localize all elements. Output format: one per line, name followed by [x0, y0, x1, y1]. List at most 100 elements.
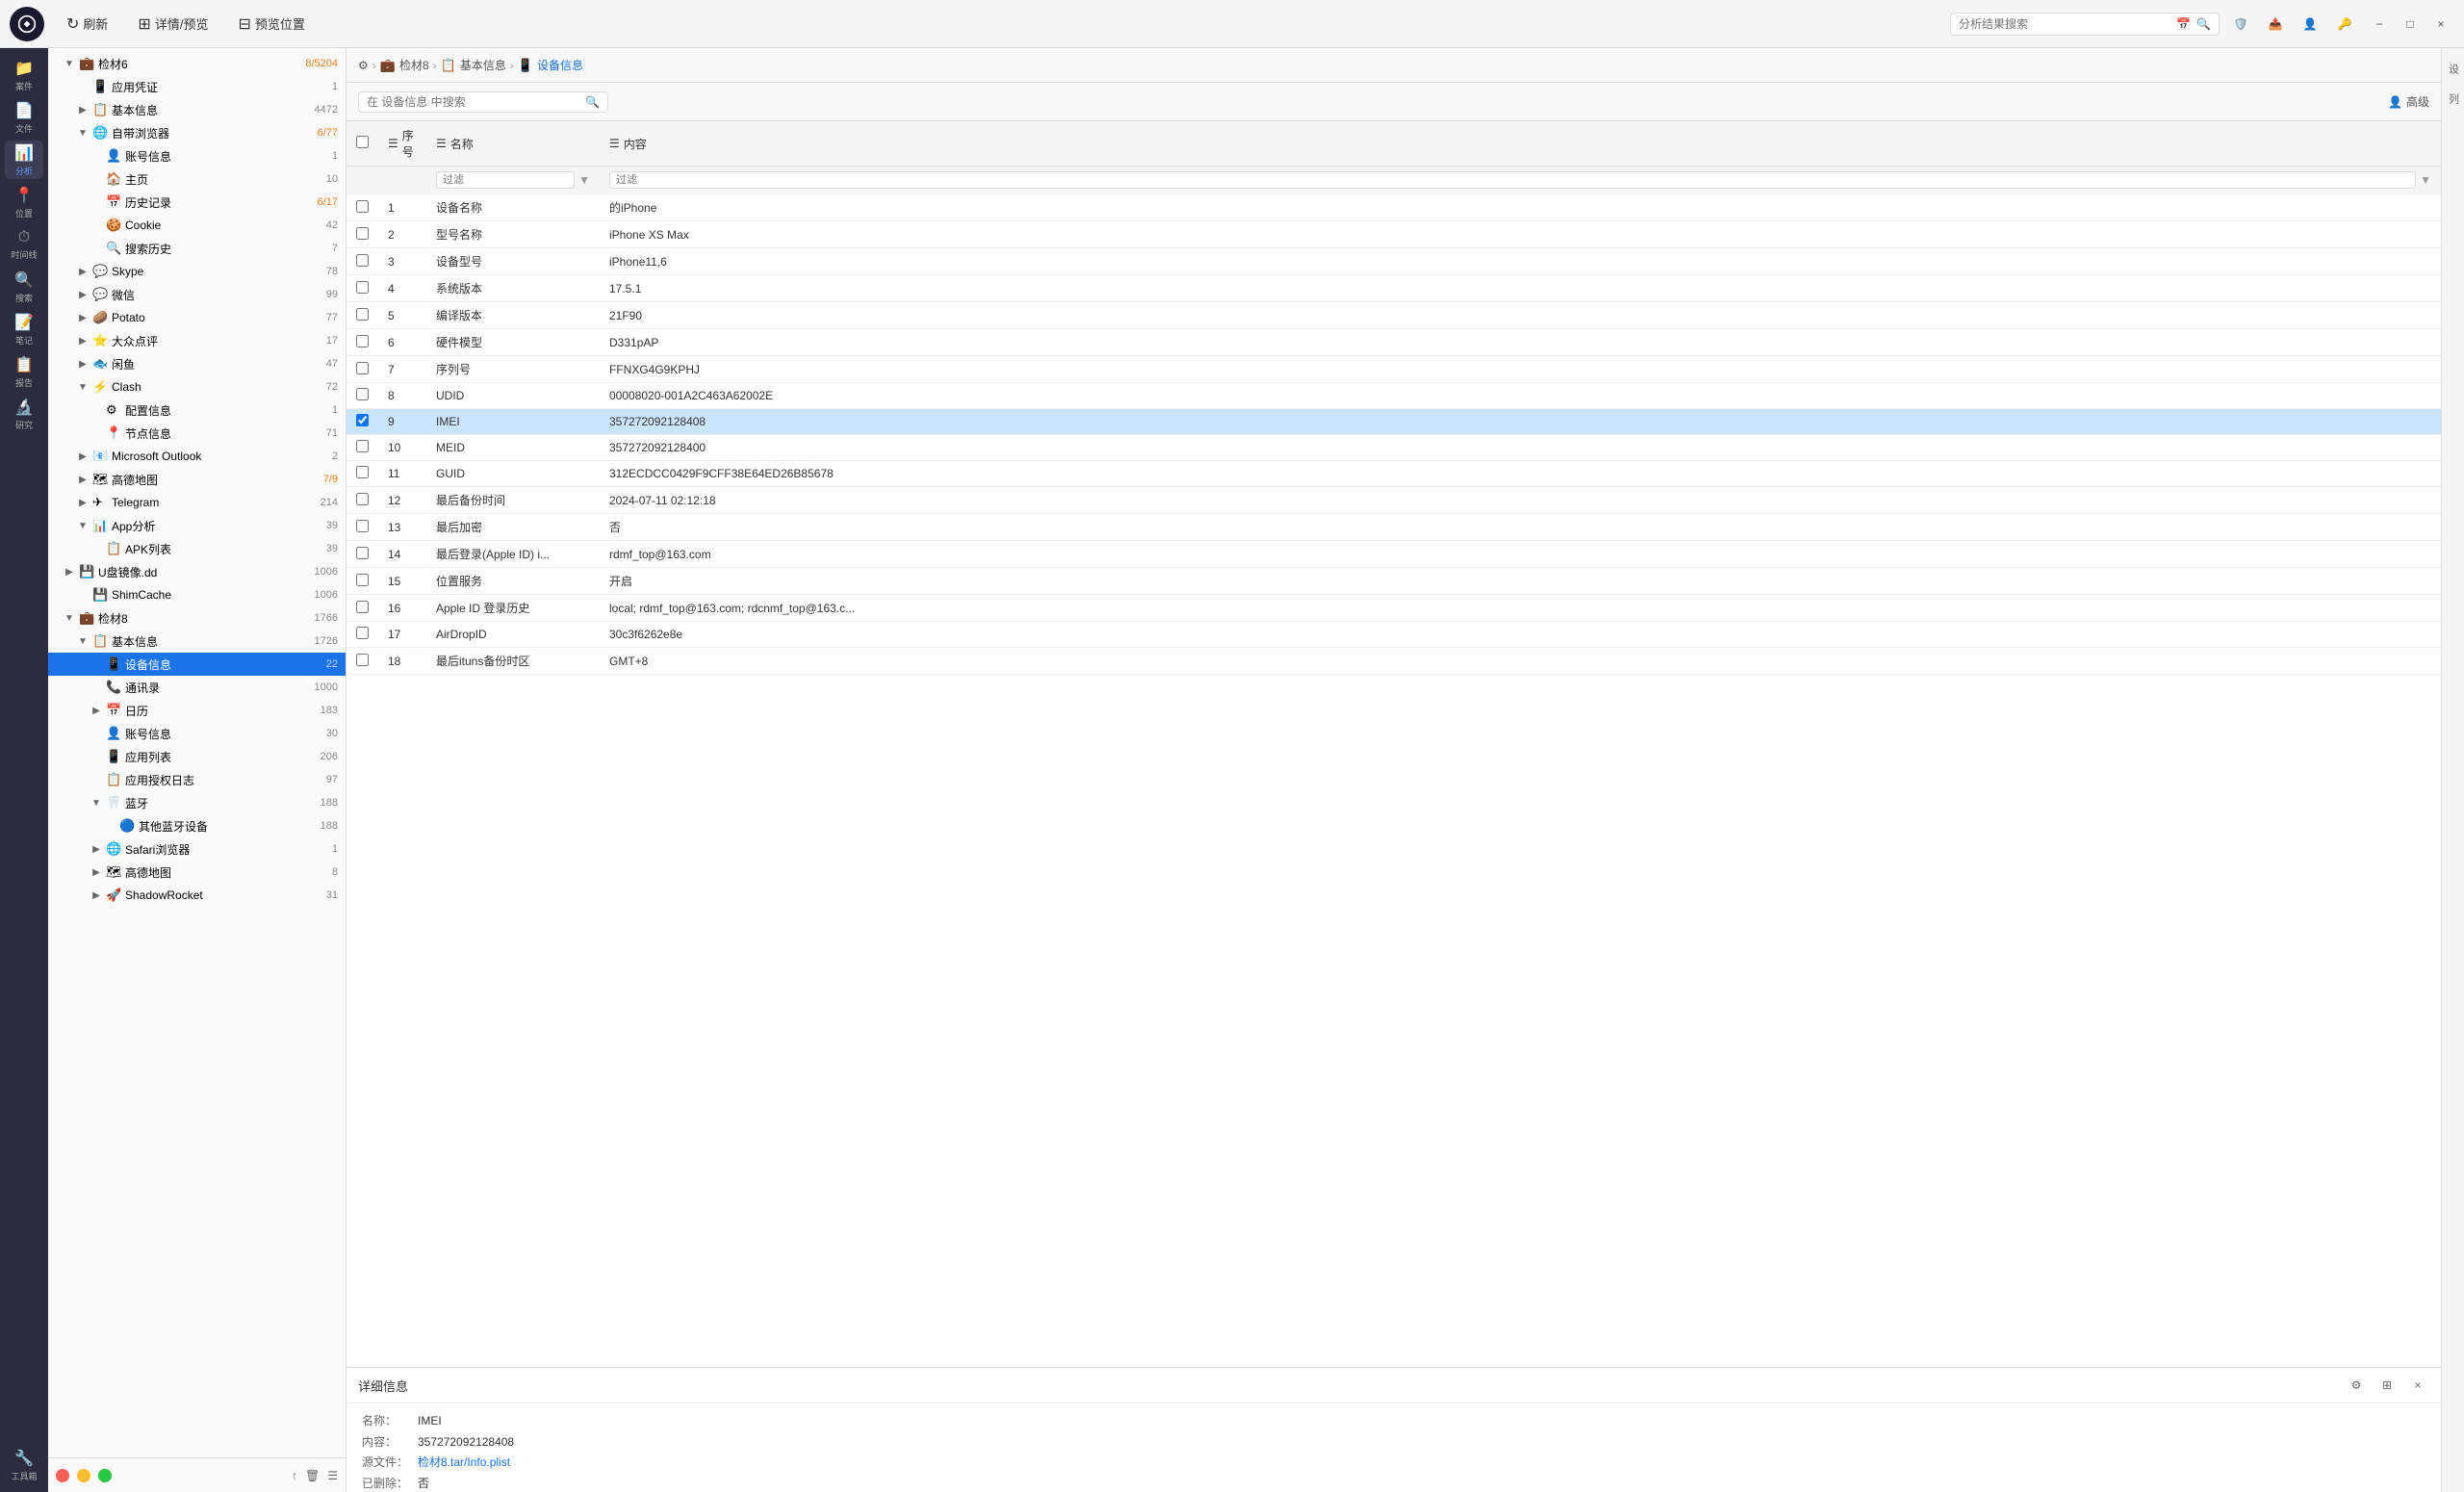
row-checkbox[interactable]: [356, 254, 369, 267]
row-checkbox[interactable]: [356, 308, 369, 321]
table-row[interactable]: 4 系统版本 17.5.1: [346, 275, 2441, 302]
table-row[interactable]: 16 Apple ID 登录历史 local; rdmf_top@163.com…: [346, 595, 2441, 622]
nav-item-files[interactable]: 📄 文件: [5, 98, 43, 137]
tree-item-appauth[interactable]: 📋 应用授权日志 97: [48, 768, 346, 791]
toggle-calendar[interactable]: ▶: [90, 705, 102, 716]
toggle-jiancai6[interactable]: ▼: [64, 58, 75, 69]
table-row[interactable]: 18 最后ituns备份时区 GMT+8: [346, 648, 2441, 675]
user-button[interactable]: 👤: [2297, 11, 2323, 38]
row-checkbox[interactable]: [356, 388, 369, 400]
toggle-udisk[interactable]: ▶: [64, 566, 75, 578]
tree-item-udisk[interactable]: ▶ 💾 U盘镜像.dd 1006: [48, 560, 346, 583]
table-row[interactable]: 13 最后加密 否: [346, 514, 2441, 541]
advanced-button[interactable]: 👤 高级: [2388, 93, 2429, 110]
detail-columns-btn[interactable]: ⊞: [2375, 1374, 2399, 1397]
row-checkbox[interactable]: [356, 493, 369, 505]
breadcrumb-jiancai8[interactable]: 💼 检材8: [380, 57, 429, 73]
row-checkbox[interactable]: [356, 601, 369, 613]
tree-item-gaode[interactable]: ▶ 🗺 高德地图 7/9: [48, 468, 346, 491]
close-window-button[interactable]: ×: [2427, 11, 2454, 38]
refresh-button[interactable]: ↻ 刷新: [59, 11, 116, 38]
detail-close-btn[interactable]: ×: [2406, 1374, 2429, 1397]
tree-item-deviceinfo[interactable]: 📱 设备信息 22: [48, 653, 346, 676]
table-row[interactable]: 8 UDID 00008020-001A2C463A62002E: [346, 383, 2441, 409]
detail-source-link[interactable]: 检材8.tar/Info.plist: [418, 1453, 510, 1474]
nav-item-location[interactable]: 📍 位置: [5, 183, 43, 221]
tree-item-jiancai8[interactable]: ▼ 💼 检材8 1766: [48, 606, 346, 630]
search-icon[interactable]: 🔍: [2196, 17, 2211, 31]
nav-item-research[interactable]: 🔬 研究: [5, 395, 43, 433]
tree-item-appanalysis[interactable]: ▼ 📊 App分析 39: [48, 514, 346, 537]
row-checkbox[interactable]: [356, 654, 369, 666]
select-all-checkbox[interactable]: [356, 136, 369, 148]
tree-up-btn[interactable]: ↑: [292, 1469, 297, 1482]
nav-item-analysis[interactable]: 📊 分析: [5, 141, 43, 179]
tree-item-cookie[interactable]: 🍪 Cookie 42: [48, 214, 346, 237]
row-checkbox[interactable]: [356, 362, 369, 374]
row-checkbox[interactable]: [356, 200, 369, 213]
tree-item-bluetooth[interactable]: ▼ 🦷 蓝牙 188: [48, 791, 346, 814]
close-dot[interactable]: [56, 1469, 69, 1482]
nav-item-tools[interactable]: 🔧 工具箱: [5, 1446, 43, 1484]
tree-item-history[interactable]: 📅 历史记录 6/17: [48, 191, 346, 214]
minimize-button[interactable]: −: [2366, 11, 2393, 38]
toggle-safari[interactable]: ▶: [90, 843, 102, 855]
row-checkbox[interactable]: [356, 466, 369, 478]
tree-item-applist[interactable]: 📱 应用列表 206: [48, 745, 346, 768]
toggle-gaode[interactable]: ▶: [77, 474, 89, 485]
filter-name-input[interactable]: [436, 171, 575, 189]
toggle-outlook[interactable]: ▶: [77, 450, 89, 462]
nav-item-timeline[interactable]: ⏱ 时间线: [5, 225, 43, 264]
toggle-jbxx6[interactable]: ▶: [77, 104, 89, 116]
toggle-shadowrocket[interactable]: ▶: [90, 889, 102, 901]
tree-item-dazong[interactable]: ▶ ⭐ 大众点评 17: [48, 329, 346, 352]
filter-content-icon[interactable]: ▼: [2420, 173, 2431, 187]
tree-item-telegram[interactable]: ▶ ✈ Telegram 214: [48, 491, 346, 514]
table-row[interactable]: 2 型号名称 iPhone XS Max: [346, 221, 2441, 248]
tree-item-clash[interactable]: ▼ ⚡ Clash 72: [48, 375, 346, 399]
row-checkbox[interactable]: [356, 335, 369, 347]
row-checkbox[interactable]: [356, 627, 369, 639]
breadcrumb-jibenmessage[interactable]: 📋 基本信息: [441, 57, 506, 73]
filter-name-icon[interactable]: ▼: [578, 173, 590, 187]
breadcrumb-deviceinfo[interactable]: 📱 设备信息: [518, 57, 583, 73]
toggle-telegram[interactable]: ▶: [77, 497, 89, 508]
table-row[interactable]: 3 设备型号 iPhone11,6: [346, 248, 2441, 275]
toggle-xianyu[interactable]: ▶: [77, 358, 89, 370]
global-search-input[interactable]: [1959, 17, 2170, 31]
detail-preview-button[interactable]: ⊞ 详情/预览: [130, 11, 216, 38]
row-checkbox[interactable]: [356, 520, 369, 532]
table-row[interactable]: 5 编译版本 21F90: [346, 302, 2441, 329]
toggle-browser[interactable]: ▼: [77, 127, 89, 139]
content-search-bar[interactable]: 🔍: [358, 91, 608, 113]
tree-delete-btn[interactable]: 🗑: [305, 1469, 320, 1482]
table-row[interactable]: 6 硬件模型 D331pAP: [346, 329, 2441, 356]
preview-position-button[interactable]: ⊟ 预览位置: [230, 11, 312, 38]
tree-item-wechat[interactable]: ▶ 💬 微信 99: [48, 283, 346, 306]
toggle-potato[interactable]: ▶: [77, 312, 89, 323]
nav-item-notes[interactable]: 📝 笔记: [5, 310, 43, 348]
tree-item-outlook[interactable]: ▶ 📧 Microsoft Outlook 2: [48, 445, 346, 468]
tree-item-yingyongpingzheng[interactable]: 📱 应用凭证 1: [48, 75, 346, 98]
tree-item-gaode8[interactable]: ▶ 🗺 高德地图 8: [48, 861, 346, 884]
export-button[interactable]: 📤: [2262, 11, 2289, 38]
tree-item-browser[interactable]: ▼ 🌐 自带浏览器 6/77: [48, 121, 346, 144]
toggle-dazong[interactable]: ▶: [77, 335, 89, 347]
tree-item-jibenmessage8[interactable]: ▼ 📋 基本信息 1726: [48, 630, 346, 653]
tree-item-jiancai6[interactable]: ▼ 💼 检材6 8/5204: [48, 52, 346, 75]
detail-settings-btn[interactable]: ⚙: [2345, 1374, 2368, 1397]
toggle-appanalysis[interactable]: ▼: [77, 520, 89, 531]
table-row[interactable]: 14 最后登录(Apple ID) i... rdmf_top@163.com: [346, 541, 2441, 568]
nav-item-report[interactable]: 📋 报告: [5, 352, 43, 391]
restore-button[interactable]: □: [2397, 11, 2424, 38]
table-row[interactable]: 15 位置服务 开启: [346, 568, 2441, 595]
row-checkbox[interactable]: [356, 547, 369, 559]
min-dot[interactable]: [77, 1469, 90, 1482]
tree-item-config[interactable]: ⚙ 配置信息 1: [48, 399, 346, 422]
table-row[interactable]: 12 最后备份时间 2024-07-11 02:12:18: [346, 487, 2441, 514]
tree-item-shimcache[interactable]: 💾 ShimCache 1006: [48, 583, 346, 606]
table-row[interactable]: 17 AirDropID 30c3f6262e8e: [346, 622, 2441, 648]
tree-item-homepage[interactable]: 🏠 主页 10: [48, 167, 346, 191]
toggle-skype[interactable]: ▶: [77, 266, 89, 277]
tree-item-zhanghaoxinxi[interactable]: 👤 账号信息 1: [48, 144, 346, 167]
